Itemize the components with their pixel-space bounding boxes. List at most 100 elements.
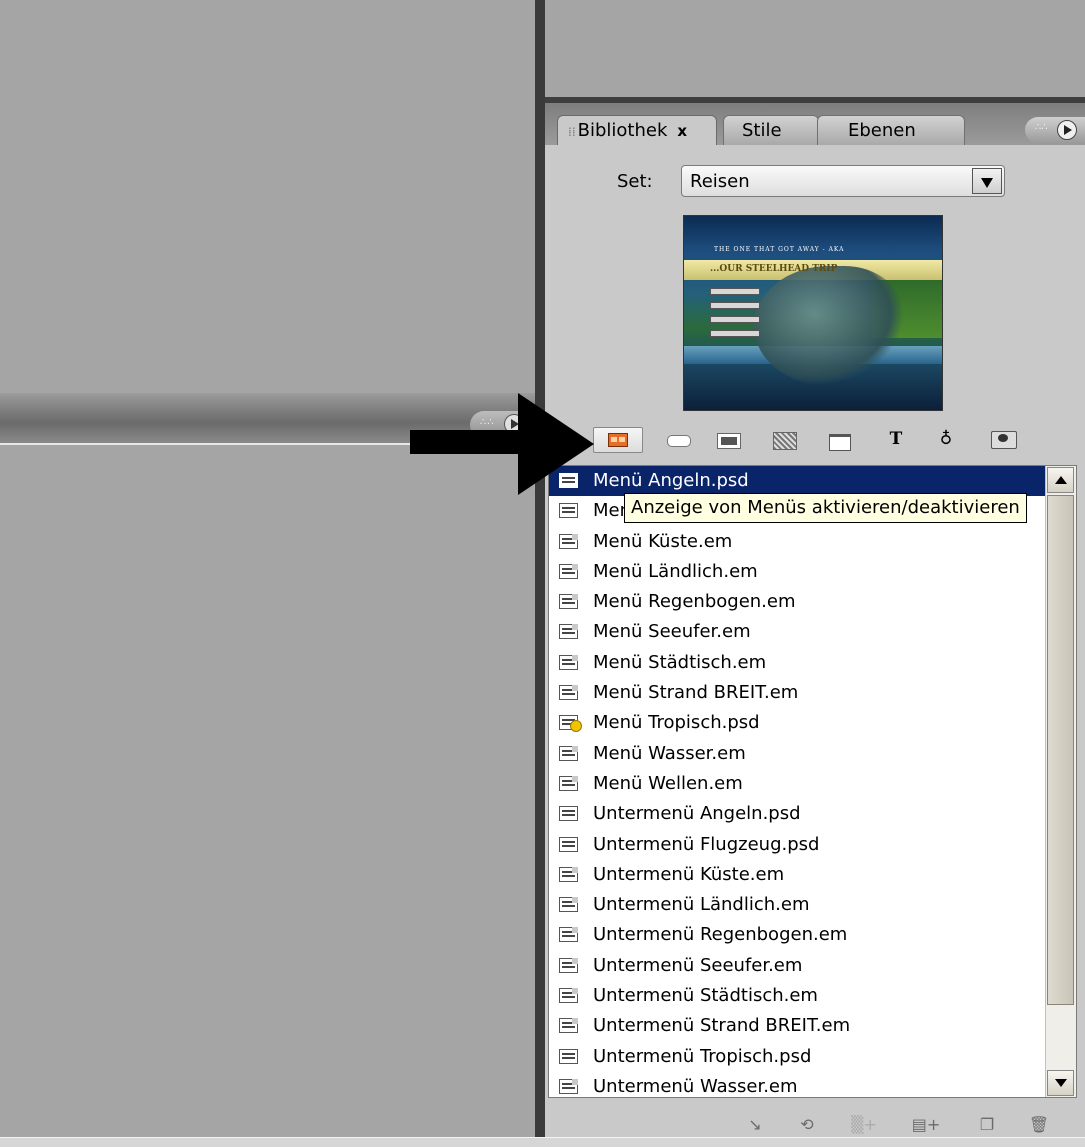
list-item[interactable]: Menü Wasser.em [549, 739, 1076, 769]
scroll-up-button[interactable] [1047, 467, 1074, 493]
set-dropdown[interactable]: Reisen [681, 165, 1005, 197]
menus-icon [608, 433, 628, 447]
menu-file-icon [559, 866, 578, 882]
list-item[interactable]: Untermenü Regenbogen.em [549, 920, 1076, 950]
panel-divider[interactable] [535, 0, 545, 1146]
panel-tab-bar: ⁞⁞ Bibliothek x Stile Ebenen ∴∴ [545, 103, 1085, 145]
list-item[interactable]: Menü Küste.em [549, 527, 1076, 557]
list-item-label: Untermenü Strand BREIT.em [593, 1015, 851, 1037]
list-item-label: Untermenü Ländlich.em [593, 894, 810, 916]
scroll-thumb[interactable] [1047, 495, 1074, 1005]
thumbnail-fish [754, 266, 904, 386]
list-item-label: Untermenü Wasser.em [593, 1075, 798, 1097]
menu-file-icon [559, 988, 578, 1004]
list-item[interactable]: Menü Ländlich.em [549, 557, 1076, 587]
scrollbar[interactable] [1045, 466, 1076, 1097]
list-item[interactable]: Untermenü Küste.em [549, 860, 1076, 890]
set-label: Set: [617, 171, 653, 192]
workspace-bottom [0, 445, 535, 1146]
annotation-arrow-head [518, 393, 594, 495]
list-item[interactable]: Untermenü Strand BREIT.em [549, 1011, 1076, 1041]
list-item[interactable]: Menü Seeufer.em [549, 617, 1076, 647]
menu-file-icon [559, 1048, 578, 1064]
menu-file-icon [559, 624, 578, 640]
list-item-label: Menü Strand BREIT.em [593, 682, 799, 704]
tab-stile[interactable]: Stile [723, 115, 819, 145]
list-item[interactable]: Menü Tropisch.psd [549, 708, 1076, 738]
library-list-items: Menü Angeln.psdMenü Flugzeug.psdMenü Küs… [549, 466, 1076, 1097]
list-item-label: Menü Küste.em [593, 530, 733, 552]
menu-file-icon [559, 745, 578, 761]
list-item[interactable]: Menü Strand BREIT.em [549, 678, 1076, 708]
tab-bibliothek[interactable]: ⁞⁞ Bibliothek x [557, 115, 717, 145]
menu-file-icon [559, 957, 578, 973]
list-item-label: Menü Seeufer.em [593, 621, 751, 643]
images-icon[interactable] [717, 429, 743, 451]
tab-stile-label: Stile [742, 120, 782, 141]
menu-file-icon [559, 806, 578, 822]
effects-icon[interactable]: ♁ [933, 429, 959, 451]
right-empty-area [545, 0, 1085, 97]
menu-file-icon [559, 927, 578, 943]
trash-icon[interactable]: 🗑 [1027, 1115, 1051, 1135]
backgrounds-icon[interactable] [773, 429, 799, 451]
list-item[interactable]: Menü Angeln.psd [549, 466, 1076, 497]
menu-file-icon [559, 775, 578, 791]
list-item-label: Menü Ländlich.em [593, 560, 758, 582]
panel-menu-button[interactable]: ∴∴ [1025, 117, 1085, 143]
tab-ebenen[interactable]: Ebenen [817, 115, 965, 145]
close-icon[interactable]: x [677, 122, 687, 140]
list-item-label: Untermenü Flugzeug.psd [593, 833, 820, 855]
library-list[interactable]: Menü Angeln.psdMenü Flugzeug.psdMenü Küs… [548, 465, 1077, 1098]
menu-file-icon [559, 1078, 578, 1094]
list-item[interactable]: Untermenü Tropisch.psd [549, 1042, 1076, 1072]
link-icon[interactable]: ↘ [743, 1115, 767, 1135]
menu-file-icon [559, 503, 578, 519]
list-item-label: Untermenü Seeufer.em [593, 954, 803, 976]
dropdown-arrow-icon[interactable] [972, 168, 1002, 194]
menu-file-icon [559, 594, 578, 610]
thumbnail-title: ...OUR STEELHEAD TRIP [710, 264, 838, 274]
text-icon[interactable]: T [883, 429, 909, 451]
list-item-label: Menü Wellen.em [593, 772, 743, 794]
buttons-icon[interactable] [667, 429, 693, 451]
menu-file-icon [559, 897, 578, 913]
list-item[interactable]: Untermenü Ländlich.em [549, 890, 1076, 920]
menu-file-icon [559, 715, 582, 733]
list-item-label: Menü Regenbogen.em [593, 591, 796, 613]
menus-filter-button[interactable] [593, 427, 643, 453]
list-item[interactable]: Menü Städtisch.em [549, 648, 1076, 678]
new-menu-icon[interactable]: ▤+ [909, 1115, 943, 1135]
grip-icon: ∴∴ [1035, 122, 1048, 133]
list-item-label: Untermenü Angeln.psd [593, 803, 801, 825]
menu-file-icon [559, 836, 578, 852]
list-item[interactable]: Untermenü Angeln.psd [549, 799, 1076, 829]
thumbnail-menu-item [710, 288, 760, 295]
filter-toolbar: T ♁ [545, 421, 1085, 459]
list-item-label: Menü Angeln.psd [593, 470, 749, 491]
list-item[interactable]: Untermenü Seeufer.em [549, 951, 1076, 981]
list-item[interactable]: Untermenü Wasser.em [549, 1072, 1076, 1097]
unlink-icon[interactable]: ⟲ [795, 1115, 819, 1135]
preview-thumbnail: THE ONE THAT GOT AWAY - AKA ...OUR STEEL… [683, 215, 943, 411]
menu-file-icon [559, 654, 578, 670]
folders-icon[interactable] [829, 429, 855, 451]
tooltip: Anzeige von Menüs aktivieren/deaktiviere… [624, 493, 1027, 523]
scroll-down-button[interactable] [1047, 1070, 1074, 1096]
list-item-label: Untermenü Regenbogen.em [593, 924, 848, 946]
list-item-label: Menü Wasser.em [593, 742, 746, 764]
list-item[interactable]: Menü Regenbogen.em [549, 587, 1076, 617]
play-icon [1057, 120, 1077, 140]
menu-file-icon [559, 685, 578, 701]
list-item[interactable]: Untermenü Städtisch.em [549, 981, 1076, 1011]
set-dropdown-value: Reisen [690, 171, 750, 192]
new-background-icon[interactable]: ▒+ [849, 1115, 879, 1135]
favorites-icon[interactable] [991, 429, 1019, 451]
thumbnail-subtitle: THE ONE THAT GOT AWAY - AKA [714, 246, 845, 253]
new-item-icon[interactable]: ❐ [975, 1115, 999, 1135]
library-panel: ⁞⁞ Bibliothek x Stile Ebenen ∴∴ Set: Reise… [545, 103, 1085, 1146]
tab-ebenen-label: Ebenen [848, 120, 916, 141]
list-item[interactable]: Untermenü Flugzeug.psd [549, 830, 1076, 860]
thumbnail-menu-item [710, 316, 760, 323]
list-item[interactable]: Menü Wellen.em [549, 769, 1076, 799]
